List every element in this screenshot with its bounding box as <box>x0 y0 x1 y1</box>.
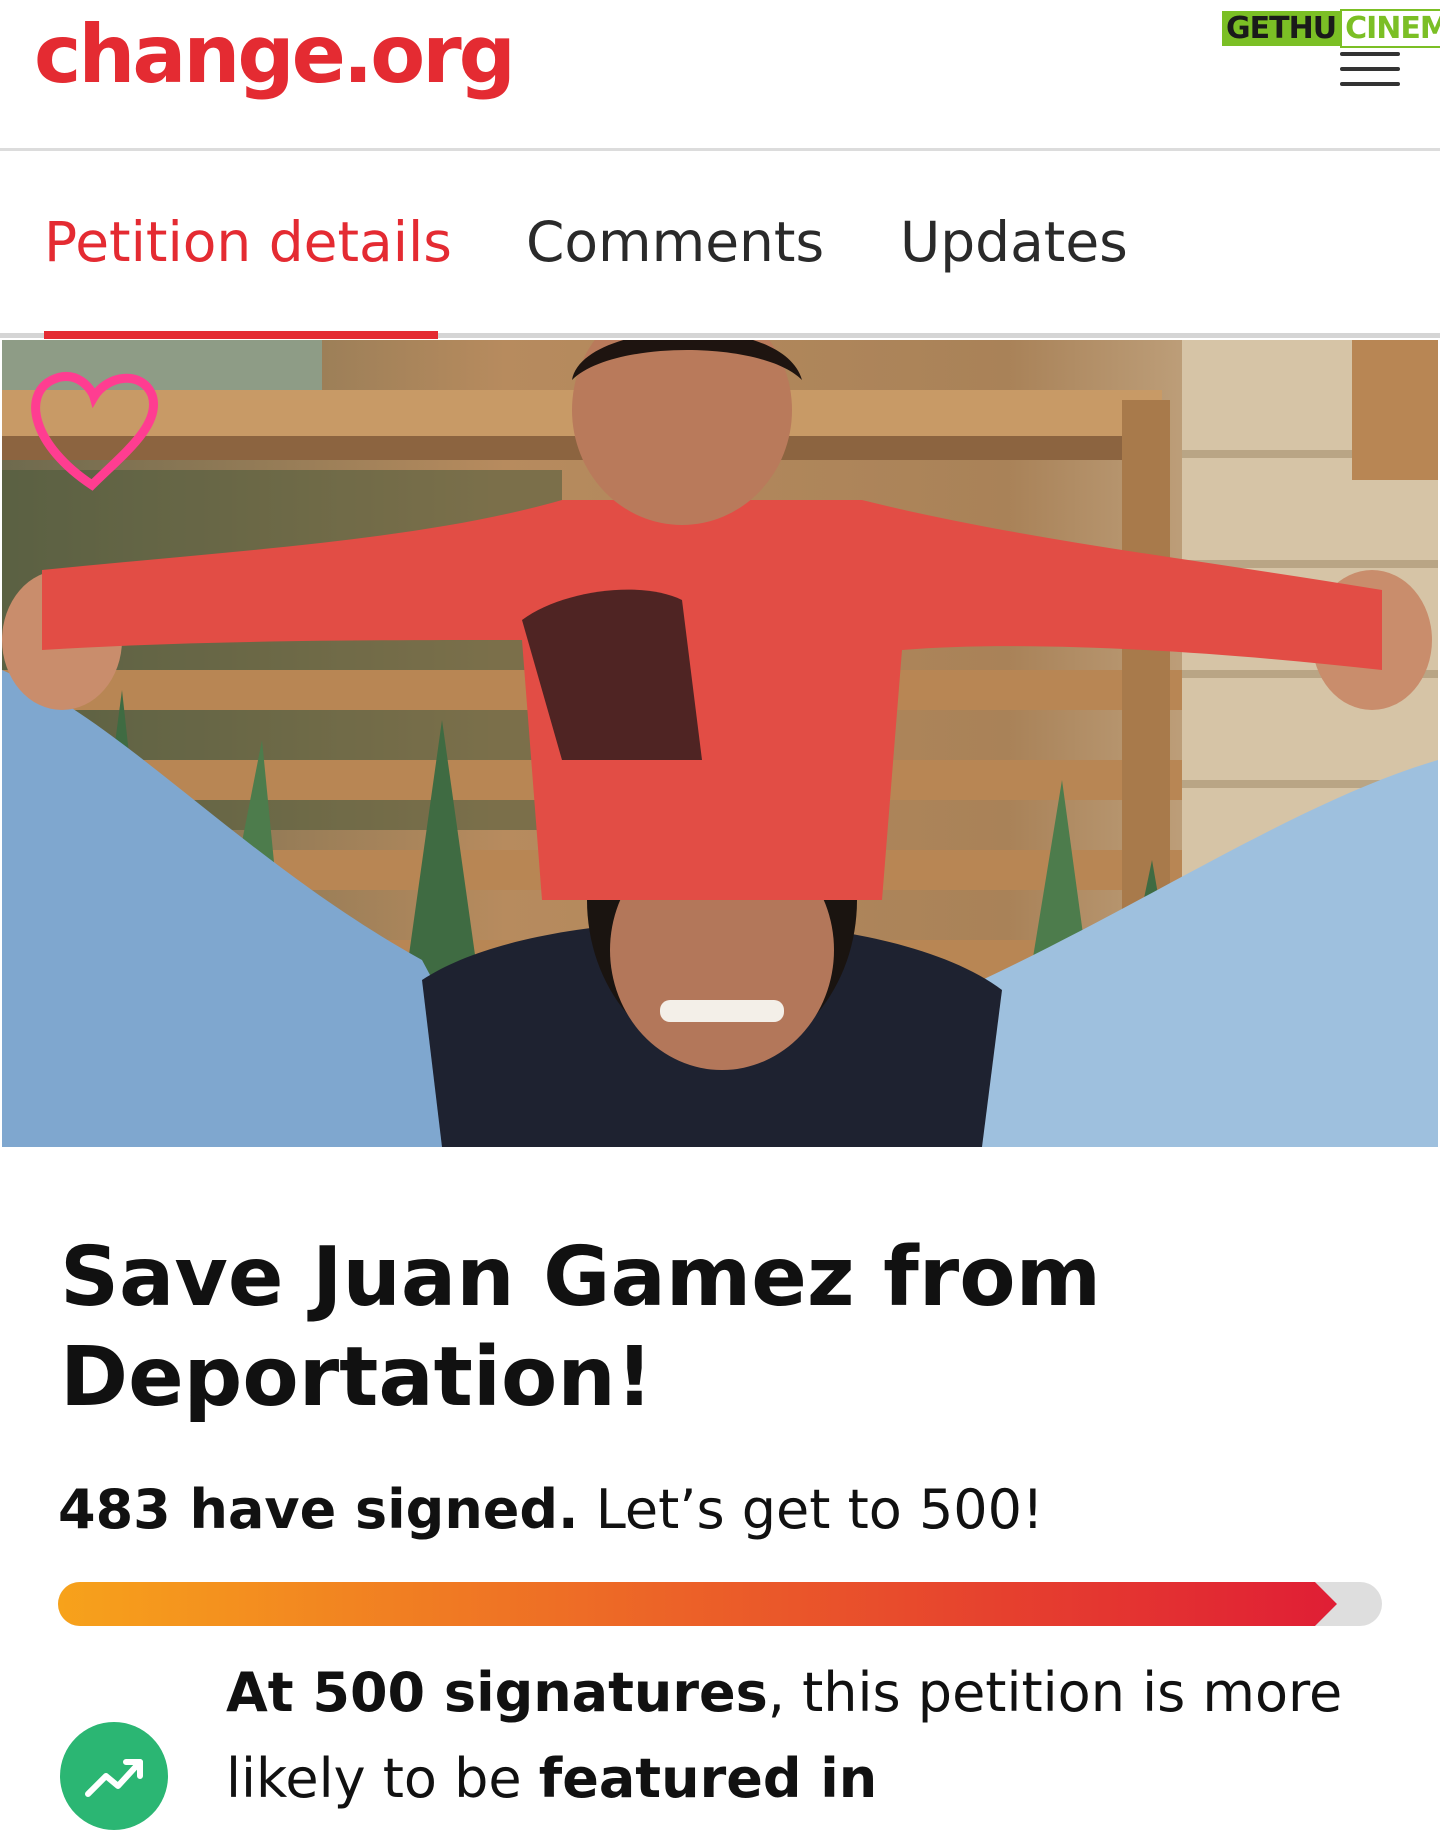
tab-petition-details[interactable]: Petition details <box>44 210 452 274</box>
tab-updates[interactable]: Updates <box>900 210 1128 274</box>
watermark-logo: GETHU CINEMA <box>1222 8 1440 48</box>
signed-goal-text: Let’s get to 500! <box>578 1478 1044 1541</box>
heart-icon <box>36 370 156 480</box>
signature-count: 483 have signed. Let’s get to 500! <box>58 1478 1044 1541</box>
watermark-part-1: GETHU <box>1222 10 1341 46</box>
petition-photo <box>2 340 1438 1147</box>
tab-comments[interactable]: Comments <box>526 210 824 274</box>
info-bold-1: At 500 signatures <box>226 1661 768 1724</box>
progress-fill <box>58 1582 1337 1626</box>
petition-title: Save Juan Gamez from Deportation! <box>60 1230 1102 1425</box>
change-org-logo[interactable]: change.org <box>34 8 516 101</box>
watermark-part-2: CINEMA <box>1340 8 1440 48</box>
info-bold-2: featured in <box>538 1747 878 1810</box>
active-tab-indicator <box>44 331 438 339</box>
signed-count-text: 483 have signed. <box>58 1478 579 1541</box>
site-header: change.org GETHU CINEMA <box>0 0 1440 151</box>
trending-up-icon <box>60 1722 168 1830</box>
signature-progress-bar <box>58 1582 1382 1626</box>
tab-bar: Petition details Comments Updates <box>0 150 1440 339</box>
feature-info-text: At 500 signatures, this petition is more… <box>226 1650 1386 1822</box>
hamburger-menu-icon[interactable] <box>1340 52 1404 88</box>
